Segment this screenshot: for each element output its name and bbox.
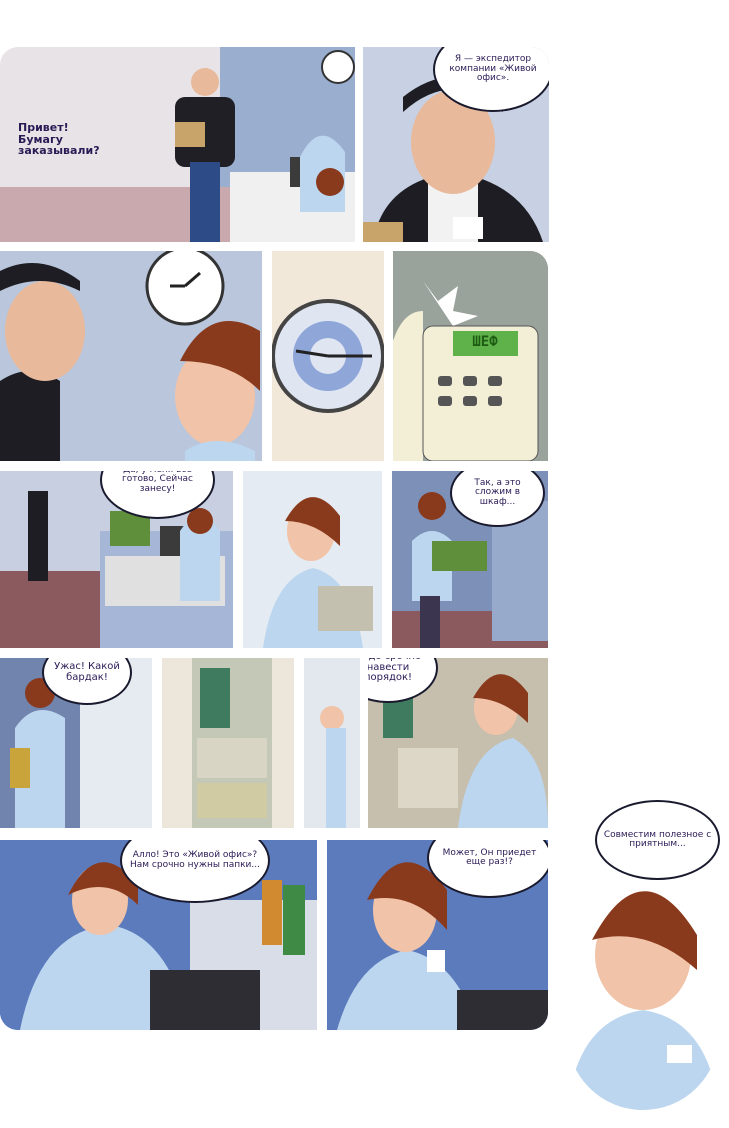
- panel-9-opening-cabinet: Ужас! Какой бардак!: [0, 658, 152, 828]
- panel-13-calling-office: Алло! Это «Живой офис»? Нам срочно нужны…: [0, 840, 317, 1030]
- panel-4-clock: [272, 251, 384, 461]
- speech-p13: Совместим полезное с приятным...: [595, 800, 720, 880]
- panel-10-art: [162, 658, 294, 828]
- panel-11-art: [304, 658, 360, 828]
- panel-12-sorting-folders: Надо срочно навести порядок!: [368, 658, 548, 828]
- panel-7-art: [243, 471, 382, 648]
- panel-1-courier-enters: Привет! Бумагу заказывали?: [0, 47, 355, 242]
- phone-display-text: ШЕФ: [472, 334, 498, 350]
- panel-4-art: [272, 251, 384, 461]
- panel-3-art: [0, 251, 262, 461]
- panel-5-phone-ringing: ШЕФ: [393, 251, 548, 461]
- panel-5-art: [393, 251, 548, 461]
- panel-14-holding-card: Может, Он приедет еще раз!?: [327, 840, 548, 1030]
- panel-11-hand-on-cabinet: [304, 658, 360, 828]
- panel-15-final-smile: [567, 870, 719, 1110]
- panel-8-woman-carrying-boxes: Так, а это сложим в шкаф...: [392, 471, 548, 648]
- panel-7-woman-with-paper: [243, 471, 382, 648]
- panel-3-exchange-glance: [0, 251, 262, 461]
- panel-6-woman-on-phone: Да, у меня все готово, Сейчас занесу!: [0, 471, 233, 648]
- panel-10-messy-shelves: [162, 658, 294, 828]
- speech-p1: Привет! Бумагу заказывали?: [18, 121, 100, 158]
- panel-15-art: [567, 891, 719, 1110]
- panel-2-courier-closeup: Я — экспедитор компании «Живой офис».: [363, 47, 549, 242]
